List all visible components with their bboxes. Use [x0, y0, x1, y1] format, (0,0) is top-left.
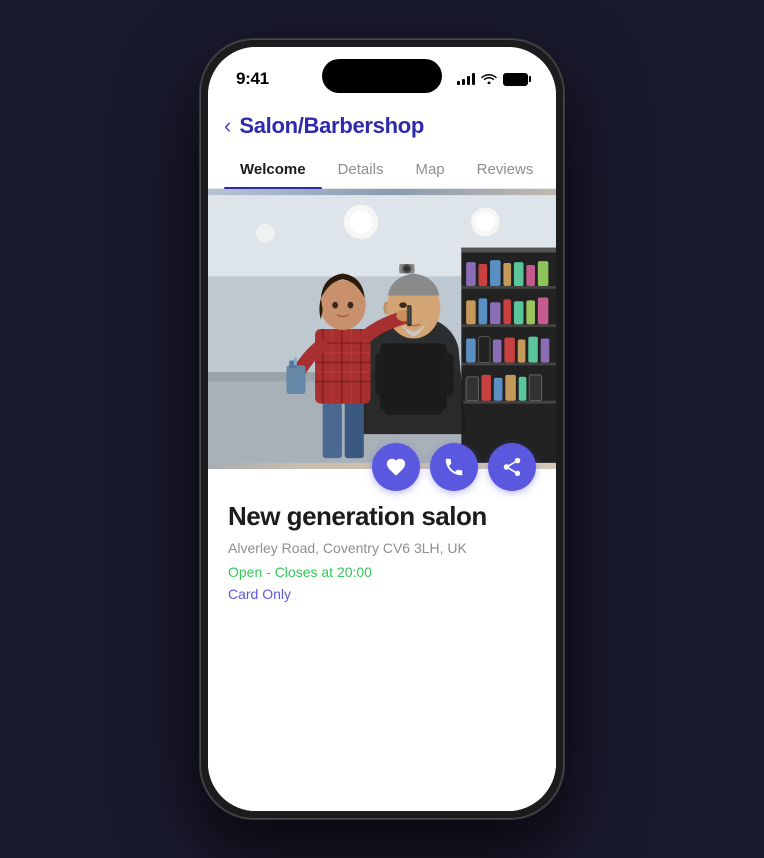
status-icons [457, 72, 528, 87]
salon-address: Alverley Road, Coventry CV6 3LH, UK [228, 540, 536, 556]
status-bar: 9:41 [208, 47, 556, 97]
tab-bar: Welcome Details Map Reviews [208, 151, 556, 189]
tab-map[interactable]: Map [399, 151, 460, 188]
back-button[interactable]: ‹ [224, 115, 231, 137]
hero-image [208, 189, 556, 469]
payment-method: Card Only [228, 586, 536, 602]
phone-icon [443, 456, 465, 478]
info-section: New generation salon Alverley Road, Cove… [208, 469, 556, 811]
phone-frame: 9:41 [200, 39, 564, 819]
salon-scene [208, 189, 556, 469]
favorite-button[interactable] [372, 443, 420, 491]
salon-status: Open - Closes at 20:00 [228, 564, 536, 580]
tab-welcome[interactable]: Welcome [224, 151, 322, 188]
battery-fill [505, 75, 526, 84]
screen-content: ‹ Salon/Barbershop Welcome Details Map R… [208, 97, 556, 811]
signal-icon [457, 73, 475, 85]
nav-header: ‹ Salon/Barbershop [208, 97, 556, 151]
action-buttons [372, 443, 536, 491]
wifi-icon [481, 72, 497, 87]
salon-name: New generation salon [228, 501, 536, 532]
page-title: Salon/Barbershop [239, 113, 424, 139]
share-icon [501, 456, 523, 478]
tab-details[interactable]: Details [322, 151, 400, 188]
battery-icon [503, 73, 528, 86]
phone-screen: 9:41 [208, 47, 556, 811]
back-chevron-icon: ‹ [224, 115, 231, 137]
call-button[interactable] [430, 443, 478, 491]
heart-icon [385, 456, 407, 478]
share-button[interactable] [488, 443, 536, 491]
hero-container [208, 189, 556, 469]
tab-reviews[interactable]: Reviews [461, 151, 550, 188]
status-time: 9:41 [236, 69, 269, 89]
dynamic-island [322, 59, 442, 93]
